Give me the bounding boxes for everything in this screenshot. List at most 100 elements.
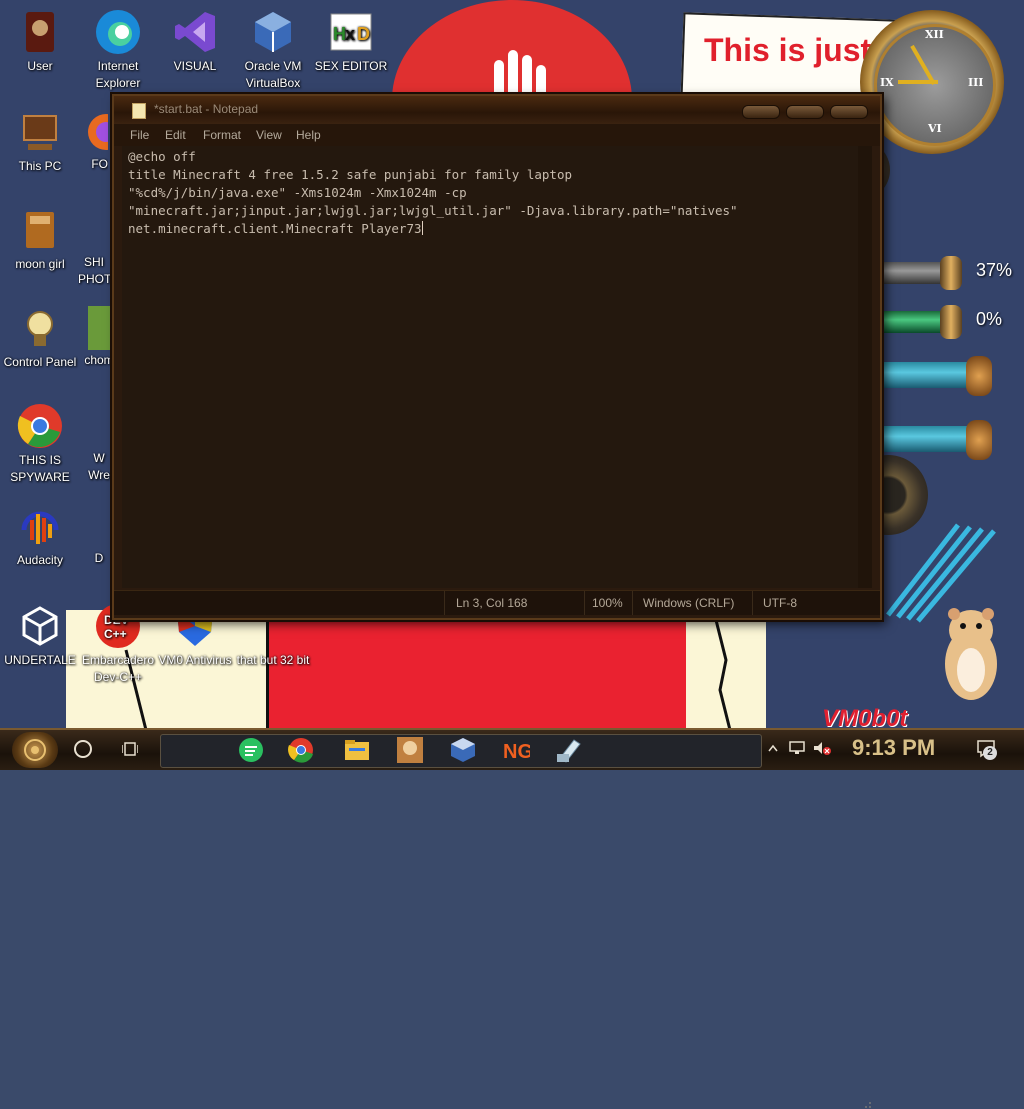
- desktop-icon-label: FO: [91, 157, 108, 171]
- desktop-icon-label: This PC: [18, 159, 62, 173]
- clock-numeral: III: [968, 76, 984, 89]
- desktop-icon-label: SEX EDITOR: [314, 59, 388, 73]
- cpu-percent: 37%: [976, 260, 1013, 280]
- zoom-level: 100%: [592, 596, 623, 610]
- cpu-meter-gadget: 37%: [880, 256, 1020, 290]
- firefox-icon: [78, 108, 108, 156]
- desktop-icon-label: moon girl: [15, 257, 65, 271]
- meter-cap: [940, 256, 962, 290]
- desktop-icon-label: Embarcadero Dev-C++: [81, 653, 155, 684]
- desktop-icon-chrome[interactable]: THIS IS SPYWARE: [0, 402, 80, 486]
- file-explorer-icon[interactable]: [343, 736, 371, 764]
- network-icon[interactable]: [788, 740, 806, 756]
- memory-meter-gadget: 0%: [880, 305, 1020, 339]
- desktop-icon-control-panel[interactable]: Control Panel: [0, 304, 80, 371]
- rods-gadget: [878, 515, 998, 625]
- desktop-icon-label: Internet Explorer: [95, 59, 141, 90]
- desktop-icon-moon-girl[interactable]: moon girl: [0, 206, 80, 273]
- menu-bar: File Edit Format View Help: [114, 124, 880, 146]
- desktop-icon-internet-explorer[interactable]: Internet Explorer: [78, 8, 158, 92]
- resize-grip-icon[interactable]: [862, 1099, 872, 1109]
- vertical-scrollbar[interactable]: [858, 146, 872, 588]
- menu-edit[interactable]: Edit: [165, 128, 186, 142]
- status-separator: [752, 591, 753, 615]
- text-caret: [421, 221, 423, 235]
- menu-view[interactable]: View: [256, 128, 282, 142]
- desktop-icon-label: chom: [84, 353, 114, 367]
- clock-numeral: VI: [928, 122, 942, 135]
- green-chat-icon[interactable]: [237, 736, 265, 764]
- desktop-icon-label: Oracle VM VirtualBox: [244, 59, 302, 90]
- memory-percent: 0%: [976, 309, 1003, 329]
- tube-cap: [966, 420, 992, 460]
- taskbar: NG 9:13 PM 2: [0, 728, 1024, 770]
- menu-format[interactable]: Format: [203, 128, 241, 142]
- svg-text:D: D: [357, 24, 370, 44]
- notepad-window[interactable]: *start.bat - Notepad File Edit Format Vi…: [112, 94, 882, 1108]
- notepad-titlebar[interactable]: *start.bat - Notepad: [114, 96, 880, 124]
- volume-muted-icon[interactable]: [812, 740, 832, 756]
- desktop-icon-user[interactable]: User: [0, 8, 80, 75]
- desktop-icon-shi-phot[interactable]: SHI PHOT: [78, 206, 110, 288]
- minimize-button[interactable]: [742, 105, 780, 119]
- chevron-up-icon[interactable]: [768, 744, 778, 752]
- app-icon: [84, 402, 114, 450]
- notification-badge: 2: [983, 746, 997, 760]
- encoding: UTF-8: [763, 596, 797, 610]
- desktop-icon-label: SHI PHOT: [78, 255, 110, 286]
- desktop-icon-undertale[interactable]: UNDERTALE: [0, 602, 80, 669]
- start-button[interactable]: [12, 732, 58, 768]
- desktop-icon-sex-editor[interactable]: HxD SEX EDITOR: [311, 8, 391, 75]
- tube-cap: [966, 356, 992, 396]
- search-icon[interactable]: [74, 740, 92, 758]
- desktop-icon-virtualbox[interactable]: Oracle VM VirtualBox: [233, 8, 313, 92]
- text-editor-area[interactable]: @echo off title Minecraft 4 free 1.5.2 s…: [122, 146, 858, 588]
- virtualbox-icon[interactable]: [449, 736, 477, 764]
- desktop-icon-this-pc[interactable]: This PC: [0, 108, 80, 175]
- menu-file[interactable]: File: [130, 128, 149, 142]
- desktop-icon-d[interactable]: D: [84, 502, 114, 567]
- text-line: @echo off: [128, 149, 196, 164]
- desktop-icon-chom[interactable]: chom: [84, 304, 114, 369]
- unity-icon: [16, 602, 64, 650]
- game-icon[interactable]: [396, 736, 424, 764]
- newgrounds-icon[interactable]: NG: [502, 736, 530, 764]
- chrome-icon[interactable]: [287, 736, 315, 764]
- line-ending: Windows (CRLF): [643, 596, 735, 610]
- maximize-button[interactable]: [786, 105, 824, 119]
- desktop-icon-label: VM0 Antivirus: [158, 653, 232, 667]
- notepad-title: *start.bat - Notepad: [154, 102, 259, 116]
- svg-text:C++: C++: [104, 627, 127, 641]
- notepad-icon: [132, 103, 146, 119]
- desktop-icon-firefox[interactable]: FO: [78, 108, 108, 173]
- desktop-icon-label: Audacity: [16, 553, 64, 567]
- app-icon: [84, 502, 114, 550]
- close-button[interactable]: [830, 105, 868, 119]
- menu-help[interactable]: Help: [296, 128, 321, 142]
- tube-gadget: [880, 420, 998, 460]
- desktop-icon-audacity[interactable]: Audacity: [0, 502, 80, 569]
- desktop-icon-label: W Wre: [88, 451, 110, 482]
- svg-text:NG: NG: [503, 741, 530, 763]
- chrome-icon: [16, 402, 64, 450]
- desktop-icon-w-wre[interactable]: W Wre: [84, 402, 114, 484]
- desktop-icon-visual-studio[interactable]: VISUAL: [155, 8, 235, 75]
- hxd-icon: HxD: [327, 8, 375, 56]
- tube-glass: [880, 362, 972, 388]
- computer-icon: [16, 108, 64, 156]
- notepad-icon[interactable]: [554, 736, 582, 764]
- app-icon: [84, 304, 114, 352]
- tube-glass: [880, 426, 972, 452]
- task-view-icon[interactable]: [122, 741, 138, 757]
- edge-icon: [94, 8, 142, 56]
- desktop-icon-label: VISUAL: [173, 59, 217, 73]
- wallpaper-sign-text: This is just George Or: [704, 32, 884, 68]
- desktop-icon-label: that but 32 bit: [236, 653, 310, 667]
- desktop-icon-label: Control Panel: [3, 355, 77, 369]
- meter-cap: [940, 305, 962, 339]
- package-icon: [16, 206, 64, 254]
- clock-numeral: IX: [880, 76, 894, 89]
- status-separator: [584, 591, 585, 615]
- taskbar-clock[interactable]: 9:13 PM: [852, 735, 935, 761]
- svg-text:x: x: [345, 24, 355, 44]
